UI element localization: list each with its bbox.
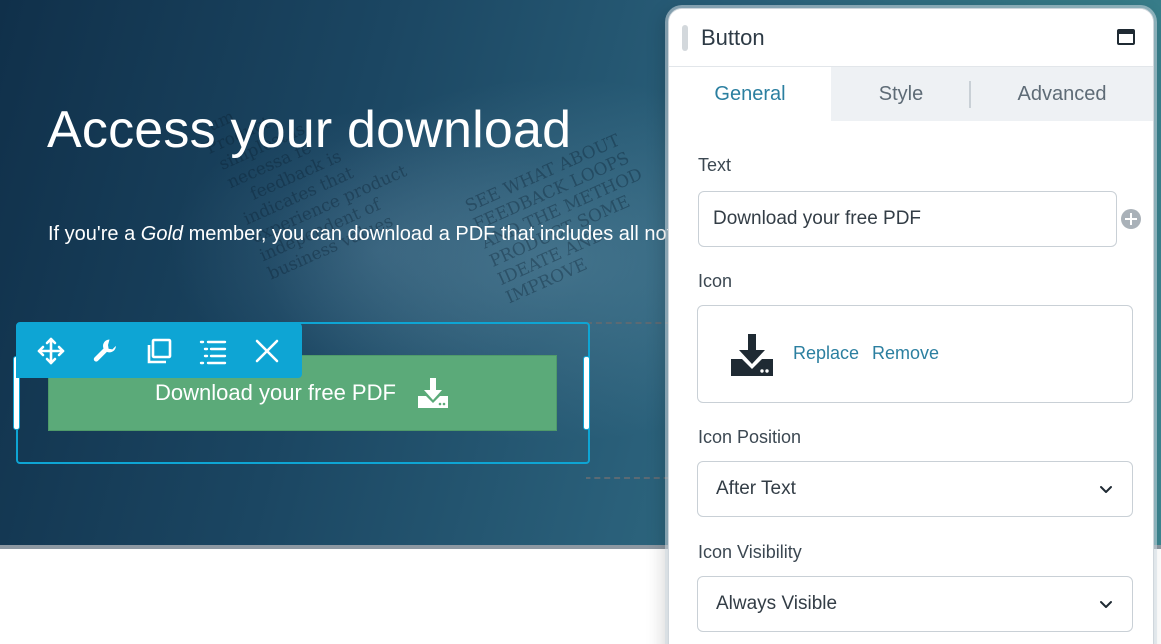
module-toolbar bbox=[16, 323, 302, 378]
icon-visibility-value: Always Visible bbox=[716, 593, 838, 614]
icon-visibility-select[interactable]: Always Visible bbox=[697, 576, 1133, 632]
add-field-icon[interactable] bbox=[1121, 209, 1141, 229]
download-icon bbox=[731, 334, 773, 376]
panel-tabs: General Style Advanced bbox=[669, 66, 1153, 121]
settings-button[interactable] bbox=[88, 334, 121, 367]
duplicate-button[interactable] bbox=[142, 334, 175, 367]
icon-picker: Replace Remove bbox=[697, 305, 1133, 403]
hero-description: If you're a Gold member, you can downloa… bbox=[48, 223, 699, 245]
chevron-down-icon bbox=[1100, 486, 1112, 493]
maximize-icon[interactable] bbox=[1117, 29, 1135, 45]
download-icon bbox=[417, 378, 448, 408]
icon-field-label: Icon bbox=[698, 271, 733, 291]
text-field-label: Text bbox=[698, 155, 732, 175]
drag-handle[interactable] bbox=[682, 25, 688, 51]
duplicate-icon bbox=[147, 338, 171, 363]
icon-position-select[interactable]: After Text bbox=[697, 461, 1133, 517]
tab-advanced[interactable]: Advanced bbox=[971, 67, 1153, 121]
page-builder-canvas: um Product simplest is necessa fe feedba… bbox=[0, 0, 1161, 644]
button-text-input[interactable] bbox=[698, 191, 1117, 247]
icon-position-value: After Text bbox=[716, 478, 796, 499]
outline-button[interactable] bbox=[196, 334, 229, 367]
replace-icon-link[interactable]: Replace bbox=[793, 343, 859, 364]
icon-visibility-label: Icon Visibility bbox=[698, 542, 802, 562]
move-button[interactable] bbox=[34, 334, 67, 367]
move-icon bbox=[37, 337, 64, 364]
page-title: Access your download bbox=[47, 101, 572, 159]
resize-handle-right[interactable] bbox=[583, 356, 590, 430]
tab-style[interactable]: Style bbox=[831, 67, 971, 121]
panel-title: Button bbox=[701, 25, 765, 50]
icon-position-label: Icon Position bbox=[698, 427, 802, 447]
remove-icon-link[interactable]: Remove bbox=[872, 343, 939, 364]
panel-header[interactable]: Button bbox=[669, 9, 1153, 66]
list-icon bbox=[199, 340, 226, 364]
remove-module-button[interactable] bbox=[250, 334, 283, 367]
tab-general[interactable]: General bbox=[669, 67, 831, 121]
button-settings-panel: Button General Style Advanced Text Icon bbox=[668, 8, 1154, 644]
download-button-label: Download your free PDF bbox=[155, 380, 396, 405]
close-icon bbox=[255, 339, 278, 362]
wrench-icon bbox=[93, 339, 116, 362]
chevron-down-icon bbox=[1100, 601, 1112, 608]
